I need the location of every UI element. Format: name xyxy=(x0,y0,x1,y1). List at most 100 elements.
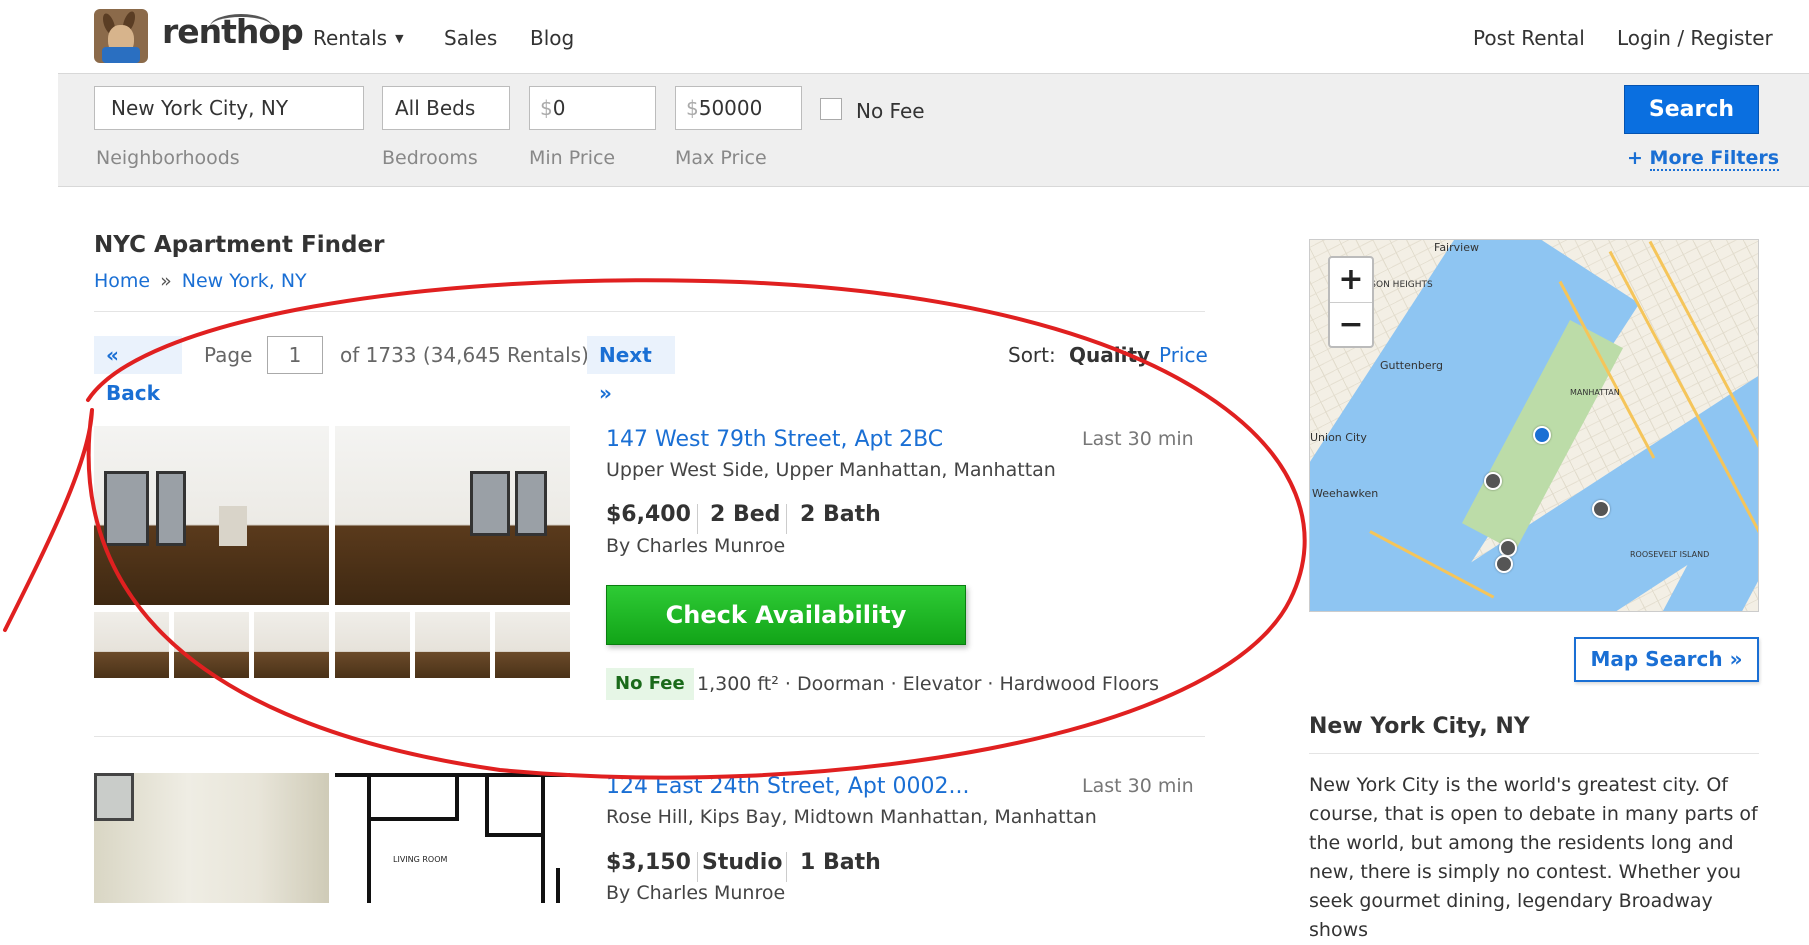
listing-thumbnail[interactable] xyxy=(254,612,329,678)
back-button[interactable]: « Back xyxy=(94,336,182,405)
sort-price[interactable]: Price xyxy=(1159,343,1208,367)
map-label-weehawken: Weehawken xyxy=(1312,487,1379,500)
max-price-value: 50000 xyxy=(698,96,763,120)
photo-window xyxy=(94,773,134,821)
listing-time: Last 30 min xyxy=(1082,775,1194,797)
sort-label: Sort: xyxy=(1008,343,1056,367)
listing-agent: By Charles Munroe xyxy=(606,882,786,904)
neighborhood-input[interactable]: New York City, NY xyxy=(94,86,364,130)
map-pin-selected[interactable] xyxy=(1533,426,1551,444)
min-price-value: 0 xyxy=(552,96,566,120)
page-number-input[interactable]: 1 xyxy=(267,336,323,374)
max-price-prefix: $ xyxy=(686,96,699,120)
listing-title[interactable]: 147 West 79th Street, Apt 2BC xyxy=(606,427,943,452)
page-count-text: of 1733 (34,645 Rentals) xyxy=(340,343,589,367)
nav-rentals[interactable]: Rentals ▼ xyxy=(313,26,404,50)
listing-title[interactable]: 124 East 24th Street, Apt 0002... xyxy=(606,774,969,799)
min-price-prefix: $ xyxy=(540,96,553,120)
stat-divider xyxy=(697,852,698,882)
floorplan-room-label: LIVING ROOM xyxy=(393,855,448,864)
map-zoom-control: + − xyxy=(1328,256,1374,348)
breadcrumb: Home » New York, NY xyxy=(94,270,307,292)
listing-thumbnail[interactable] xyxy=(94,612,169,678)
listing-amenities: 1,300 ft² · Doorman · Elevator · Hardwoo… xyxy=(697,673,1160,695)
map-label-manhattan: MANHATTAN xyxy=(1570,388,1620,397)
check-availability-button[interactable]: Check Availability xyxy=(606,585,966,645)
breadcrumb-separator: » xyxy=(160,270,172,292)
breadcrumb-city[interactable]: New York, NY xyxy=(182,270,307,292)
bedrooms-label: Bedrooms xyxy=(382,147,478,169)
listing-time: Last 30 min xyxy=(1082,428,1194,450)
listing-neighborhood: Rose Hill, Kips Bay, Midtown Manhattan, … xyxy=(606,806,1097,828)
listing-price: $6,400 xyxy=(606,502,691,527)
photo-window xyxy=(156,471,186,546)
map-pin[interactable] xyxy=(1495,555,1513,573)
stat-divider xyxy=(786,504,787,534)
listing-thumbnail[interactable] xyxy=(415,612,490,678)
divider xyxy=(94,736,1205,737)
photo-window xyxy=(515,471,547,536)
map-pin[interactable] xyxy=(1484,472,1502,490)
map-label-roosevelt-island: ROOSEVELT ISLAND xyxy=(1630,550,1710,559)
max-price-label: Max Price xyxy=(675,147,767,169)
listing-thumbnail[interactable] xyxy=(335,612,410,678)
photo-doorway xyxy=(219,506,247,546)
nav-login-register[interactable]: Login / Register xyxy=(1617,26,1773,50)
no-fee-checkbox[interactable] xyxy=(820,98,842,120)
listing-baths: 2 Bath xyxy=(800,502,881,527)
nav-post-rental[interactable]: Post Rental xyxy=(1473,26,1585,50)
listing-main-photo[interactable] xyxy=(94,773,329,903)
listing-agent: By Charles Munroe xyxy=(606,535,786,557)
floorplan-wall xyxy=(455,773,459,821)
zoom-out-button[interactable]: − xyxy=(1330,303,1372,347)
nav-rentals-label: Rentals xyxy=(313,26,388,50)
city-title: New York City, NY xyxy=(1309,714,1530,739)
listing-second-photo[interactable] xyxy=(335,426,570,605)
photo-window xyxy=(470,471,510,536)
min-price-label: Min Price xyxy=(529,147,616,169)
map-label-guttenberg: Guttenberg xyxy=(1380,359,1443,372)
max-price-input[interactable]: $50000 xyxy=(675,86,802,130)
min-price-input[interactable]: $0 xyxy=(529,86,656,130)
page-title: NYC Apartment Finder xyxy=(94,232,385,258)
neighborhoods-label: Neighborhoods xyxy=(96,147,240,169)
map-pin[interactable] xyxy=(1592,500,1610,518)
page-word: Page xyxy=(204,343,253,367)
breadcrumb-home[interactable]: Home xyxy=(94,270,150,292)
renthop-logo[interactable] xyxy=(94,9,148,63)
floorplan-wall xyxy=(485,833,545,837)
zoom-in-button[interactable]: + xyxy=(1330,258,1372,303)
map-label-union-city: Union City xyxy=(1310,431,1367,444)
map[interactable]: Fairview HUDSON HEIGHTS Guttenberg Union… xyxy=(1309,239,1759,612)
floorplan-wall xyxy=(541,773,545,903)
listing-neighborhood: Upper West Side, Upper Manhattan, Manhat… xyxy=(606,459,1056,481)
top-header: renthop Rentals ▼ Sales Blog Post Rental … xyxy=(0,0,1809,73)
listing-floorplan[interactable]: LIVING ROOM xyxy=(335,773,570,903)
floorplan-wall xyxy=(556,868,560,903)
more-filters-plus: + xyxy=(1627,147,1643,169)
listing-thumbnail[interactable] xyxy=(174,612,249,678)
listing-beds: Studio xyxy=(702,850,783,875)
no-fee-badge: No Fee xyxy=(606,668,694,700)
logo-scarf xyxy=(102,47,140,63)
nav-blog[interactable]: Blog xyxy=(530,26,574,50)
logo-wordmark[interactable]: renthop xyxy=(162,12,304,51)
listing-thumbnail[interactable] xyxy=(495,612,570,678)
more-filters-link[interactable]: + More Filters xyxy=(1627,147,1780,171)
no-fee-label[interactable]: No Fee xyxy=(856,99,925,123)
map-label-fairview: Fairview xyxy=(1434,241,1479,254)
more-filters-label: More Filters xyxy=(1649,147,1780,171)
divider xyxy=(94,311,1205,312)
listing-main-photo[interactable] xyxy=(94,426,329,605)
photo-window xyxy=(104,471,149,546)
listing-beds: 2 Bed xyxy=(710,502,781,527)
floorplan-wall xyxy=(367,817,459,821)
nav-sales[interactable]: Sales xyxy=(444,26,497,50)
sort-quality[interactable]: Quality xyxy=(1069,343,1150,367)
map-search-button[interactable]: Map Search » xyxy=(1574,637,1759,682)
search-button[interactable]: Search xyxy=(1624,85,1759,134)
bedrooms-select[interactable]: All Beds xyxy=(382,86,510,130)
stat-divider xyxy=(786,852,787,882)
next-button[interactable]: Next » xyxy=(587,336,675,405)
stat-divider xyxy=(697,504,698,534)
